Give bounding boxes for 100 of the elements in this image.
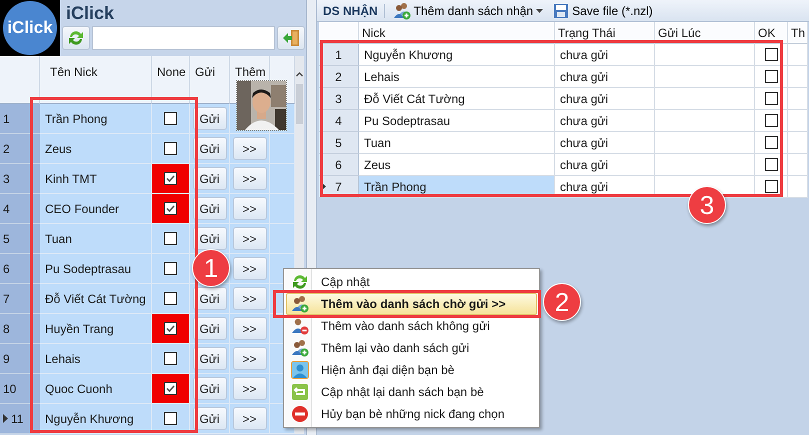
input-field[interactable]	[92, 26, 275, 50]
more-button[interactable]: >>	[232, 407, 266, 430]
nick-cell: Đỗ Viết Cát Tường	[40, 284, 152, 314]
nick-cell: Tuan	[40, 224, 152, 254]
row-number: 8	[3, 322, 10, 336]
checkbox[interactable]	[764, 48, 778, 61]
row-header[interactable]: 11	[0, 404, 40, 434]
more-button[interactable]: >>	[232, 257, 266, 280]
row-number: 7	[3, 292, 10, 306]
scroll-up-icon	[295, 70, 304, 78]
row-header[interactable]: 2	[319, 66, 359, 88]
checkbox[interactable]	[164, 352, 177, 365]
panel-title: DS NHẬN	[323, 4, 385, 18]
checkbox[interactable]	[764, 70, 778, 83]
status-cell: chưa gửi	[555, 44, 655, 66]
nick-cell: CEO Founder	[40, 194, 152, 224]
send-button[interactable]: Gửi	[192, 377, 226, 400]
menu-item[interactable]: Thêm vào danh sách chờ gửi >>	[286, 293, 537, 315]
send-button[interactable]: Gửi	[192, 287, 226, 310]
checkbox[interactable]	[164, 262, 177, 275]
checkbox[interactable]	[764, 158, 778, 171]
column-header: Th	[788, 22, 808, 44]
checkbox[interactable]	[164, 142, 177, 155]
row-header[interactable]: 4	[319, 110, 359, 132]
more-button[interactable]: >>	[232, 167, 266, 190]
more-button[interactable]: >>	[232, 287, 266, 310]
menu-item[interactable]: Hủy bạn bè những nick đang chọn	[286, 403, 537, 425]
row-pointer-icon	[3, 414, 8, 423]
row-header[interactable]: 7	[0, 284, 40, 314]
status-cell: chưa gửi	[555, 66, 655, 88]
row-number: 6	[3, 262, 10, 276]
refresh-button[interactable]	[62, 26, 90, 50]
nick-cell: Trần Phong	[40, 104, 152, 134]
checkbox[interactable]	[164, 232, 177, 245]
row-header[interactable]: 6	[0, 254, 40, 284]
nick-cell: Quoc Cuonh	[40, 374, 152, 404]
checkbox[interactable]	[764, 136, 778, 149]
save-file-button[interactable]: Save file (*.nzl)	[551, 1, 655, 20]
checkbox[interactable]	[164, 112, 177, 125]
menu-item[interactable]: Hiện ảnh đại diện bạn bè	[286, 359, 537, 381]
exit-button[interactable]	[277, 26, 305, 50]
more-button[interactable]: >>	[232, 137, 266, 160]
menu-item[interactable]: Cập nhật	[286, 271, 537, 293]
row-header[interactable]: 1	[319, 44, 359, 66]
row-header[interactable]: 9	[0, 344, 40, 374]
status-cell: chưa gửi	[555, 110, 655, 132]
app-title: iClick	[65, 2, 116, 25]
checkbox[interactable]	[764, 92, 778, 105]
checkbox[interactable]	[764, 180, 778, 193]
checkbox[interactable]	[164, 172, 177, 185]
checkbox[interactable]	[164, 382, 177, 395]
row-header[interactable]: 1	[0, 104, 40, 134]
checkbox[interactable]	[164, 322, 177, 335]
more-button[interactable]: >>	[232, 317, 266, 340]
row-header[interactable]: 5	[0, 224, 40, 254]
scrollbar-thumb[interactable]	[296, 84, 303, 124]
nick-cell: Lehais	[359, 66, 555, 88]
row-header[interactable]: 10	[0, 374, 40, 404]
menu-item[interactable]: Thêm lại vào danh sách gửi	[286, 337, 537, 359]
row-number: 9	[3, 352, 10, 366]
send-button[interactable]: Gửi	[192, 167, 226, 190]
send-button[interactable]: Gửi	[192, 227, 226, 250]
row-number: 3	[3, 172, 10, 186]
checkbox[interactable]	[164, 412, 177, 425]
person-icon	[291, 361, 309, 379]
row-number: 1	[3, 112, 10, 126]
more-button[interactable]: >>	[232, 347, 266, 370]
more-button[interactable]: >>	[232, 197, 266, 220]
row-header[interactable]: 8	[0, 314, 40, 344]
nick-cell: Nguyễn Khương	[40, 404, 152, 434]
checkbox[interactable]	[764, 114, 778, 127]
column-header: Tên Nick	[40, 56, 152, 104]
row-header[interactable]: 3	[0, 164, 40, 194]
send-button[interactable]: Gửi	[192, 137, 226, 160]
floppy-icon	[553, 2, 570, 18]
row-header[interactable]: 5	[319, 132, 359, 154]
status-cell: chưa gửi	[555, 132, 655, 154]
column-header: None	[152, 56, 190, 104]
send-button[interactable]: Gửi	[192, 347, 226, 370]
checkbox[interactable]	[164, 292, 177, 305]
send-button[interactable]: Gửi	[192, 317, 226, 340]
add-user-icon	[392, 2, 411, 20]
menu-item[interactable]: Thêm vào danh sách không gửi	[286, 315, 537, 337]
add-list-button[interactable]: Thêm danh sách nhận	[390, 1, 546, 20]
send-button[interactable]: Gửi	[192, 407, 226, 430]
row-header[interactable]: 3	[319, 88, 359, 110]
row-header[interactable]: 4	[0, 194, 40, 224]
nick-cell: Lehais	[40, 344, 152, 374]
remove-user-icon	[291, 317, 309, 335]
more-button[interactable]: >>	[232, 227, 266, 250]
menu-item[interactable]: Cập nhật lại danh sách bạn bè	[286, 381, 537, 403]
cancel-icon	[291, 405, 309, 423]
send-button[interactable]: Gửi	[192, 197, 226, 220]
row-header[interactable]: 2	[0, 134, 40, 164]
send-button[interactable]: Gửi	[192, 107, 226, 130]
checkbox[interactable]	[164, 202, 177, 215]
more-button[interactable]: >>	[232, 377, 266, 400]
row-number: 2	[3, 142, 10, 156]
refresh-icon	[291, 273, 309, 291]
row-header[interactable]: 6	[319, 154, 359, 176]
